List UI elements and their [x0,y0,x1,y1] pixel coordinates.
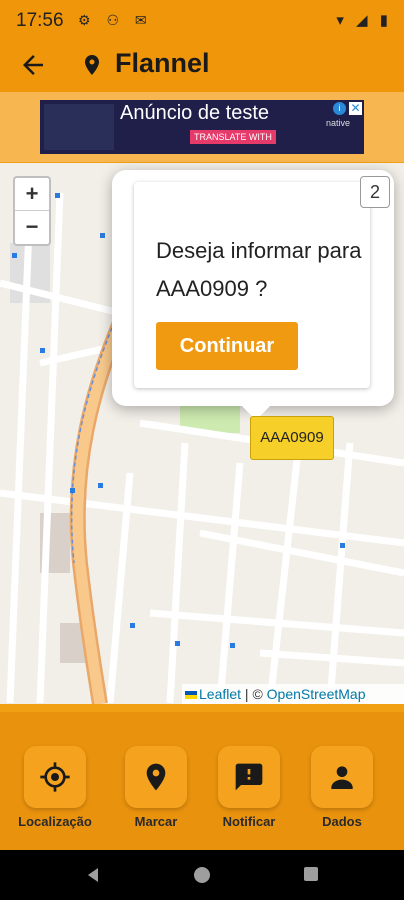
location-button[interactable] [24,746,86,808]
back-arrow-icon[interactable] [18,50,48,80]
popup-count-badge: 2 [360,176,390,208]
ad-badge: TRANSLATE WITH [190,130,276,144]
popup-card: Deseja informar para AAA0909 ? Continuar [134,182,370,388]
test-ad[interactable]: Anúncio de teste TRANSLATE WITH native i… [40,100,364,154]
popup-question: Deseja informar para AAA0909 ? [156,238,362,301]
app-bar: Flannel [0,44,404,92]
status-time: 17:56 [16,10,64,31]
page-title: Flannel [115,48,210,78]
zoom-in-button[interactable]: + [15,178,49,211]
notify-button[interactable] [218,746,280,808]
person-icon [331,766,353,789]
map-attribution: Leaflet | © OpenStreetMap [182,684,404,704]
system-nav-bar [0,850,404,900]
location-pin-icon [85,55,99,75]
marker-popup: Deseja informar para AAA0909 ? Continuar… [112,170,394,421]
zoom-out-button[interactable]: − [15,211,49,243]
mark-button[interactable] [125,746,187,808]
openstreetmap-link[interactable]: OpenStreetMap [267,686,366,702]
location-label: Localização [18,814,92,829]
ukraine-flag-icon [185,691,197,700]
zoom-control: + − [13,176,51,246]
back-triangle-icon[interactable] [84,866,102,884]
notify-label: Notificar [222,814,276,829]
ad-info-icon[interactable]: i [333,102,346,115]
map-pin-icon [146,763,166,791]
alert-message-icon [235,763,263,791]
notification-icons: ⚙ ⚇ ✉ [78,12,153,28]
attribution-separator: | © [241,686,267,702]
ad-close-icon[interactable]: ✕ [349,102,362,115]
data-button[interactable] [311,746,373,808]
ad-thumbnail [44,104,114,150]
data-label: Dados [322,814,362,829]
recents-square-icon[interactable] [303,866,319,882]
leaflet-link[interactable]: Leaflet [199,686,241,702]
continue-button[interactable]: Continuar [156,322,298,370]
home-circle-icon[interactable] [193,866,211,884]
status-bar: 17:56 ⚙ ⚇ ✉ ▾ ◢ ▮ [0,0,404,44]
mark-label: Marcar [134,814,178,829]
system-icons: ▾ ◢ ▮ [336,12,392,29]
crosshair-icon [40,762,70,792]
ad-native-label: native [326,118,351,128]
plate-marker[interactable]: AAA0909 [250,416,334,460]
ad-headline: Anúncio de teste [120,102,269,124]
